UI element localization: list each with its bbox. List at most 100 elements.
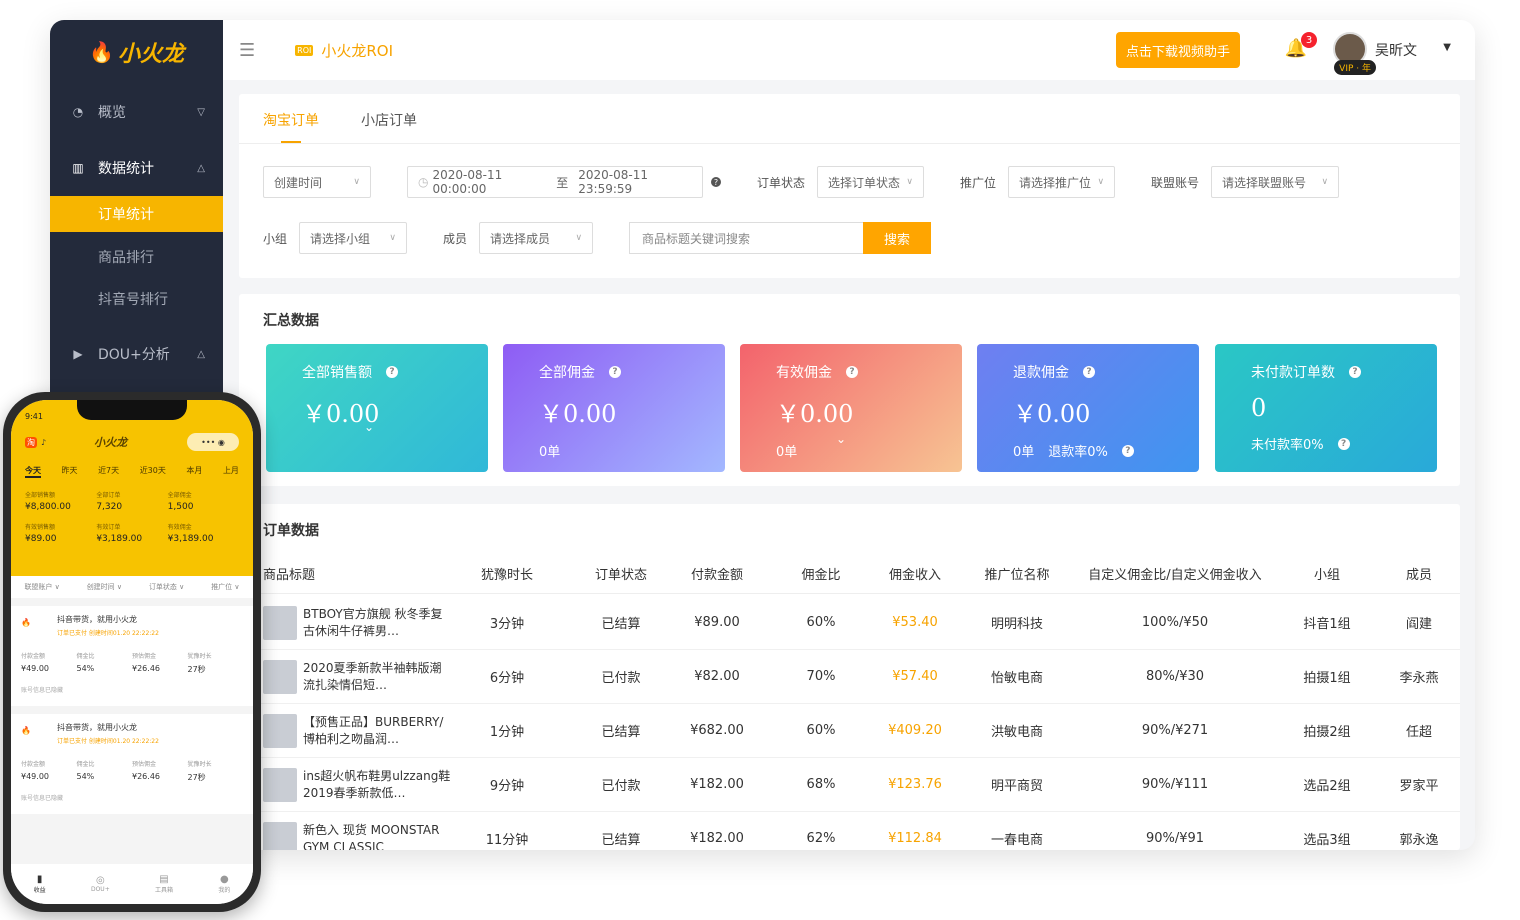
- chevron-double-down-icon[interactable]: ⌄: [836, 432, 846, 446]
- period-tab[interactable]: 今天: [25, 465, 41, 478]
- promo-cell: 怡敏电商: [990, 671, 1043, 686]
- table-row[interactable]: BTBOY官方旗舰 秋冬季复古休闲牛仔裤男… 3分钟 已结算 ¥89.00 60% ¥53…: [239, 596, 1460, 650]
- phone-order-list: 🔥 抖音带货，就用小火龙 订单已支付 创建时间01.20 22:22:22 付款金额 ¥…: [11, 606, 253, 814]
- metric-value: ¥26.46: [132, 664, 160, 673]
- alliance-label: 联盟账号: [1151, 175, 1200, 190]
- column-header[interactable]: 成员: [1371, 554, 1460, 593]
- sidebar-subitem-product-rank[interactable]: 商品排行: [50, 236, 223, 278]
- help-icon[interactable]: ?: [386, 366, 398, 378]
- column-header[interactable]: 付款金额: [669, 554, 765, 593]
- product-title-cell[interactable]: ins超火帆布鞋男ulzzang鞋2019春季新款低…: [263, 758, 453, 811]
- commission-cell: ¥112.84: [888, 831, 942, 846]
- column-header[interactable]: 自定义佣金比/自定义佣金收入: [1075, 554, 1275, 593]
- column-header[interactable]: 推广位名称: [969, 554, 1065, 593]
- promo-cell: 一春电商: [990, 833, 1043, 848]
- card-value: 0: [1251, 394, 1267, 422]
- help-icon[interactable]: ?: [1337, 437, 1350, 450]
- tab-taobao-orders[interactable]: 淘宝订单: [263, 94, 319, 143]
- mini-program-menu[interactable]: ••• ◉: [187, 433, 239, 451]
- caret-down-icon[interactable]: ▼: [1443, 42, 1451, 53]
- table-row[interactable]: 新色入 现货 MOONSTAR GYM CLASSIC 11分钟 已结算 ¥182.0…: [239, 812, 1460, 850]
- help-icon[interactable]: ?: [1349, 366, 1361, 378]
- phone-filter[interactable]: 创建时间 ∨: [87, 582, 122, 592]
- menu-icon[interactable]: ☰: [239, 40, 255, 61]
- card-unpaid-orders: 未付款订单数? 0 未付款率0%?: [1215, 344, 1437, 472]
- column-header[interactable]: 犹豫时长: [459, 554, 555, 593]
- help-icon[interactable]: ?: [846, 366, 858, 378]
- stat-value: 1,500: [167, 502, 194, 512]
- duration-cell: 1分钟: [489, 725, 525, 740]
- alliance-select[interactable]: 请选择联盟账号 ∨: [1211, 166, 1340, 198]
- ratio-cell: 60%: [806, 723, 836, 738]
- card-footer: 账号信息已隐藏: [21, 795, 64, 802]
- amount-cell: ¥89.00: [694, 615, 740, 630]
- keyword-search-input[interactable]: 商品标题关键词搜索: [629, 222, 864, 254]
- product-title-cell[interactable]: 【预售正品】BURBERRY/博柏利之吻晶润…: [263, 704, 453, 757]
- column-header[interactable]: 佣金收入: [867, 554, 963, 593]
- download-helper-button[interactable]: 点击下载视频助手: [1115, 32, 1240, 68]
- card-label: 全部佣金: [539, 365, 595, 381]
- username[interactable]: 吴昕文: [1375, 40, 1417, 60]
- table-header: 商品标题 犹豫时长 订单状态 付款金额 佣金比 佣金收入 推广位名称 自定义佣金…: [239, 554, 1460, 594]
- member-placeholder: 请选择成员: [490, 231, 551, 246]
- table-row[interactable]: 【预售正品】BURBERRY/博柏利之吻晶润… 1分钟 已结算 ¥682.00 60% ¥…: [239, 704, 1460, 758]
- promo-cell: 明明科技: [990, 617, 1043, 632]
- phone-order-card[interactable]: 🔥 抖音带货，就用小火龙 订单已支付 创建时间01.20 22:22:22 付款金额 ¥…: [11, 714, 253, 814]
- period-tab[interactable]: 上月: [223, 465, 239, 478]
- group-label: 小组: [263, 231, 288, 246]
- phone-tab[interactable]: ▮ 收益: [34, 874, 46, 894]
- help-icon[interactable]: ?: [1121, 444, 1134, 457]
- column-header[interactable]: 小组: [1279, 554, 1375, 593]
- phone-filter[interactable]: 联盟账户 ∨: [24, 582, 59, 592]
- duration-cell: 11分钟: [485, 833, 529, 848]
- phone-filter[interactable]: 订单状态 ∨: [149, 582, 184, 592]
- taobao-icon[interactable]: 淘: [25, 436, 37, 448]
- chevron-double-down-icon[interactable]: ⌄: [364, 420, 374, 434]
- period-tab[interactable]: 近30天: [140, 465, 166, 478]
- search-button[interactable]: 搜索: [863, 222, 932, 254]
- date-range-picker[interactable]: ◷ 2020-08-11 00:00:00 至 2020-08-11 23:59…: [407, 166, 703, 198]
- product-title-cell[interactable]: 2020夏季新款半袖韩版潮流扎染情侣短…: [263, 650, 453, 703]
- help-icon[interactable]: ?: [609, 366, 621, 378]
- group-select[interactable]: 请选择小组 ∨: [299, 222, 408, 254]
- column-header[interactable]: 商品标题: [263, 554, 463, 593]
- phone-tab[interactable]: ● 我的: [218, 874, 230, 894]
- phone-tab[interactable]: ◎ DOU+: [91, 875, 110, 893]
- help-icon[interactable]: ?: [1083, 366, 1095, 378]
- product-title-cell[interactable]: BTBOY官方旗舰 秋冬季复古休闲牛仔裤男…: [263, 596, 453, 649]
- tab-shop-orders[interactable]: 小店订单: [361, 94, 417, 143]
- amount-cell: ¥82.00: [694, 669, 740, 684]
- table-row[interactable]: 2020夏季新款半袖韩版潮流扎染情侣短… 6分钟 已付款 ¥82.00 70% ¥57.4…: [239, 650, 1460, 704]
- sidebar-item-stats[interactable]: ▥ 数据统计 △: [50, 140, 223, 196]
- order-status-select[interactable]: 选择订单状态 ∨: [817, 166, 925, 198]
- table-row[interactable]: ins超火帆布鞋男ulzzang鞋2019春季新款低… 9分钟 已付款 ¥182.00…: [239, 758, 1460, 812]
- sidebar-item-dou-analysis[interactable]: ▶ DOU+分析 △: [50, 326, 223, 382]
- product-title-cell[interactable]: 新色入 现货 MOONSTAR GYM CLASSIC: [263, 812, 453, 850]
- douyin-icon[interactable]: ♪: [41, 438, 46, 447]
- column-header[interactable]: 佣金比: [773, 554, 869, 593]
- promo-select[interactable]: 请选择推广位 ∨: [1008, 166, 1116, 198]
- sidebar-subitem-order-stats[interactable]: 订单统计: [50, 196, 223, 232]
- stat-value: ¥3,189.00: [96, 534, 143, 544]
- custom-cell: 90%/¥271: [1141, 723, 1209, 738]
- sidebar-subitem-douyin-rank[interactable]: 抖音号排行: [50, 278, 223, 320]
- phone-stat: 全部佣金 1,500: [168, 490, 239, 512]
- phone-header: 9:41 淘 ♪ 小火龙 ••• ◉ 今天 昨天 近7天 近30天 本月 上月 全部销售额…: [11, 400, 253, 576]
- column-header[interactable]: 订单状态: [573, 554, 669, 593]
- phone-filter[interactable]: 推广位 ∨: [211, 582, 239, 592]
- period-tab[interactable]: 近7天: [98, 465, 119, 478]
- ratio-cell: 60%: [806, 615, 836, 630]
- sidebar-item-overview[interactable]: ◔ 概览 ▽: [50, 84, 223, 140]
- member-select[interactable]: 请选择成员 ∨: [479, 222, 594, 254]
- phone-logo: 小火龙: [94, 436, 128, 449]
- chart-icon: ▮: [36, 874, 43, 885]
- time-type-select[interactable]: 创建时间 ∨: [263, 166, 371, 198]
- phone-tab[interactable]: ▤ 工具箱: [155, 874, 173, 894]
- metric-label: 犹豫时长: [187, 761, 212, 768]
- period-tab[interactable]: 本月: [186, 465, 202, 478]
- phone-order-card[interactable]: 🔥 抖音带货，就用小火龙 订单已支付 创建时间01.20 22:22:22 付款金额 ¥…: [11, 606, 253, 706]
- brand-logo[interactable]: 🔥 小火龙: [50, 20, 223, 84]
- help-icon[interactable]: ?: [711, 177, 721, 187]
- period-tab[interactable]: 昨天: [62, 465, 78, 478]
- date-start: 2020-08-11 00:00:00: [432, 168, 503, 196]
